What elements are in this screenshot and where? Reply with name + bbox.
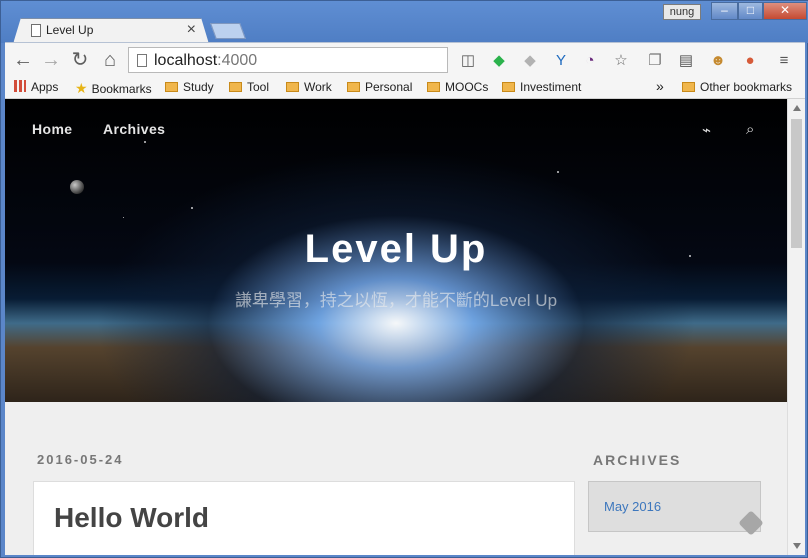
bookmark-label: Personal xyxy=(365,80,413,94)
url-port: :4000 xyxy=(217,52,258,69)
bookmark-label: Work xyxy=(304,80,332,94)
colorful-extension-icon[interactable]: ● xyxy=(740,51,760,71)
search-icon[interactable]: ⌕ xyxy=(746,121,754,138)
rss-icon[interactable]: ⌁ xyxy=(702,121,711,139)
bookmark-folder-personal[interactable]: Personal xyxy=(347,80,412,96)
forward-button[interactable]: → xyxy=(41,50,61,71)
bookmark-folder-moocs[interactable]: MOOCs xyxy=(427,80,488,96)
tab-title: Level Up xyxy=(46,23,94,37)
pixel-face-icon[interactable]: ☻ xyxy=(708,51,728,71)
speedometer-icon[interactable]: ◔ xyxy=(580,51,600,71)
browser-toolbar: ← → ↻ ⌂ localhost:4000 ◫ ◆ ◆ Y ◔ ☆ ❐ ▤ ☻ ● ≡ xyxy=(5,42,805,77)
y-icon[interactable]: Y xyxy=(551,51,571,71)
star-icon: ★ xyxy=(75,80,88,96)
bookmark-label: Investiment xyxy=(520,80,582,94)
folder-icon xyxy=(347,82,360,92)
bookmark-label: Bookmarks xyxy=(91,82,152,96)
address-bar[interactable]: localhost:4000 xyxy=(128,47,448,73)
back-button[interactable]: ← xyxy=(13,50,33,71)
folder-icon xyxy=(427,82,440,92)
minimize-button[interactable]: – xyxy=(711,2,738,20)
bookmark-star-icon[interactable]: ☆ xyxy=(611,51,631,71)
bookmark-label: Other bookmarks xyxy=(700,80,793,94)
feedly-icon xyxy=(738,510,764,536)
post-date: 2016-05-24 xyxy=(37,452,124,467)
hero-banner: Home Archives ⌁ ⌕ Level Up 謙卑學習，持之以恆，才能不… xyxy=(5,99,787,402)
url-text: localhost:4000 xyxy=(154,52,257,70)
star-dot xyxy=(123,217,124,218)
browser-tab[interactable]: Level Up × xyxy=(13,18,209,44)
bookmark-label: Apps xyxy=(31,80,59,94)
copy-icon[interactable]: ❐ xyxy=(645,51,665,71)
folder-icon xyxy=(229,82,242,92)
star-dot xyxy=(557,171,559,173)
page-scrollbar[interactable] xyxy=(787,99,805,555)
page-icon xyxy=(137,54,147,67)
archive-link-may-2016[interactable]: May 2016 xyxy=(604,499,661,514)
close-tab-icon[interactable]: × xyxy=(187,21,196,39)
folder-icon xyxy=(165,82,178,92)
home-button[interactable]: ⌂ xyxy=(100,50,120,71)
bookmark-folder-work[interactable]: Work xyxy=(286,80,332,96)
bookmarks-bar: Apps ★ Bookmarks Study Tool Work Personal… xyxy=(5,77,805,99)
apps-icon xyxy=(14,80,26,92)
profile-button[interactable]: nung xyxy=(663,4,701,20)
bookmarks-overflow-button[interactable]: » xyxy=(656,78,664,94)
bookmark-apps[interactable]: Apps xyxy=(14,80,58,96)
archives-heading: ARCHIVES xyxy=(593,452,682,468)
post-title[interactable]: Hello World xyxy=(54,502,209,534)
window-controls: – □ ✕ xyxy=(711,2,807,20)
pocket-icon[interactable]: ◫ xyxy=(458,51,478,71)
nav-home[interactable]: Home xyxy=(32,121,73,137)
nav-archives[interactable]: Archives xyxy=(103,121,165,137)
feedly-icon[interactable]: ◆ xyxy=(489,51,509,71)
scroll-thumb[interactable] xyxy=(791,119,802,248)
url-host: localhost xyxy=(154,52,218,69)
bookmark-folder-tool[interactable]: Tool xyxy=(229,80,269,96)
title-bar: Level Up × nung – □ ✕ xyxy=(1,1,808,44)
bookmark-folder-study[interactable]: Study xyxy=(165,80,214,96)
new-tab-button[interactable] xyxy=(210,23,246,39)
star-dot xyxy=(144,141,146,143)
bookmark-folder-investiment[interactable]: Investiment xyxy=(502,80,581,96)
star-dot xyxy=(191,207,193,209)
bookmark-bookmarks[interactable]: ★ Bookmarks xyxy=(75,80,152,96)
folder-icon xyxy=(286,82,299,92)
reload-button[interactable]: ↻ xyxy=(70,50,90,71)
scroll-up-icon[interactable] xyxy=(793,105,801,111)
folder-icon xyxy=(502,82,515,92)
scroll-down-icon[interactable] xyxy=(793,543,801,549)
moon-icon xyxy=(70,180,84,194)
close-button[interactable]: ✕ xyxy=(763,2,807,20)
bookmark-label: Study xyxy=(183,80,214,94)
menu-icon[interactable]: ≡ xyxy=(774,51,794,71)
site-subtitle: 謙卑學習，持之以恆，才能不斷的Level Up xyxy=(234,291,558,310)
feedly-gray-icon[interactable]: ◆ xyxy=(520,51,540,71)
page-icon xyxy=(31,24,41,37)
other-bookmarks-folder[interactable]: Other bookmarks xyxy=(682,80,792,96)
bookmark-label: MOOCs xyxy=(445,80,489,94)
bookmark-label: Tool xyxy=(247,80,270,94)
post-card: Hello World xyxy=(33,481,575,555)
archives-widget: May 2016 xyxy=(588,481,764,536)
site-title: Level Up xyxy=(304,227,488,271)
trello-icon[interactable]: ▤ xyxy=(676,51,696,71)
folder-icon xyxy=(682,82,695,92)
web-page: Home Archives ⌁ ⌕ Level Up 謙卑學習，持之以恆，才能不… xyxy=(5,99,787,555)
maximize-button[interactable]: □ xyxy=(738,2,763,20)
browser-window: Level Up × nung – □ ✕ ← → ↻ ⌂ localhost:… xyxy=(0,0,808,558)
